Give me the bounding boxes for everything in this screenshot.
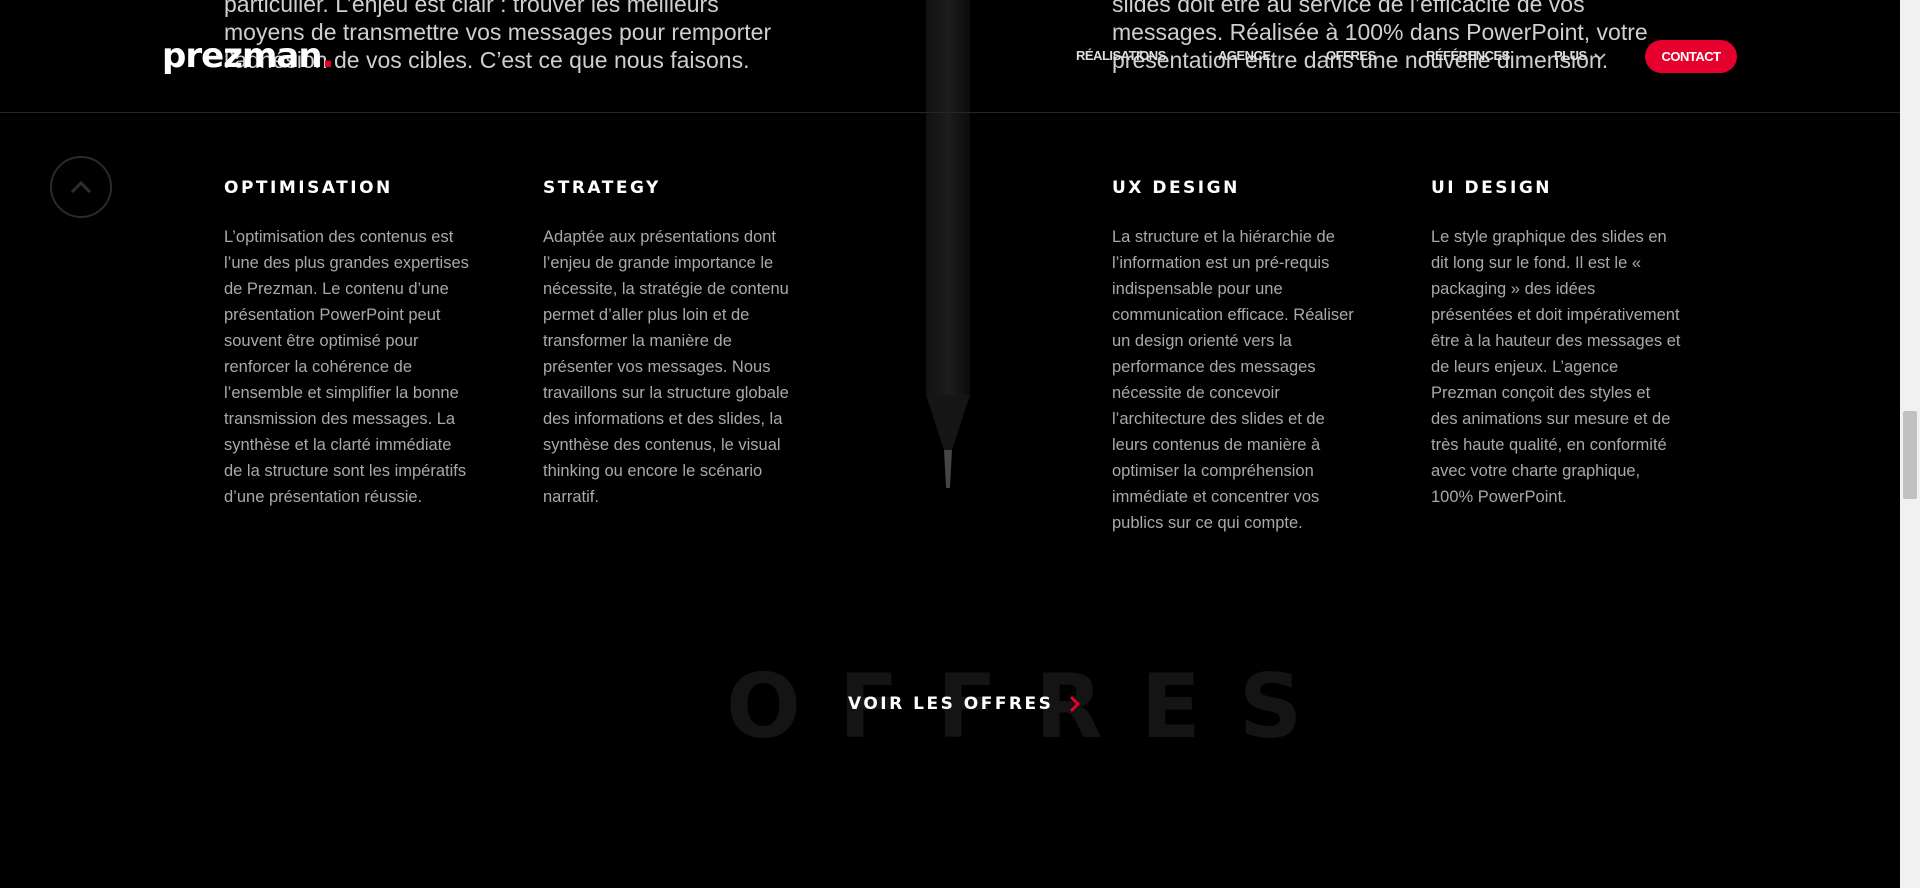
service-title: OPTIMISATION [224,178,393,198]
page: particulier. L’enjeu est clair : trouver… [0,0,1900,888]
chevron-right-icon [1070,695,1081,713]
page-scrollbar[interactable] [1900,0,1920,888]
service-optimisation: OPTIMISATION L’optimisation des contenus… [224,178,474,510]
service-description: L’optimisation des contenus est l’une de… [224,228,469,506]
service-title: STRATEGY [543,178,661,198]
scrollbar-thumb[interactable] [1903,411,1917,499]
service-ux-design: UX DESIGN La structure et la hiérarchie … [1112,178,1362,536]
prezman-logo[interactable]: prezman. [162,36,334,76]
nav-agence[interactable]: AGENCE [1218,48,1271,63]
service-title: UI DESIGN [1431,178,1553,198]
chevron-up-icon [70,180,92,194]
service-description: Adaptée aux présentations dont l’enjeu d… [543,228,789,506]
nav-references[interactable]: RÉFÉRENCES [1426,48,1510,63]
scroll-to-top-button[interactable] [50,156,112,218]
service-title: UX DESIGN [1112,178,1240,198]
service-description: Le style graphique des slides en dit lon… [1431,228,1681,506]
voir-les-offres-link[interactable]: VOIR LES OFFRES [848,694,1081,714]
contact-button[interactable]: CONTACT [1645,40,1737,73]
nav-offres[interactable]: OFFRES [1326,48,1376,63]
service-ui-design: UI DESIGN Le style graphique des slides … [1431,178,1681,510]
nav-plus[interactable]: PLUS [1554,48,1606,63]
site-header: prezman. RÉALISATIONS AGENCE OFFRES RÉFÉ… [0,0,1900,113]
service-strategy: STRATEGY Adaptée aux présentations dont … [543,178,793,510]
nav-plus-label: PLUS [1554,48,1587,63]
nav-realisations[interactable]: RÉALISATIONS [1076,48,1166,63]
chevron-down-icon [1594,53,1606,61]
service-description: La structure et la hiérarchie de l’infor… [1112,228,1354,532]
voir-les-offres-label: VOIR LES OFFRES [848,694,1054,714]
